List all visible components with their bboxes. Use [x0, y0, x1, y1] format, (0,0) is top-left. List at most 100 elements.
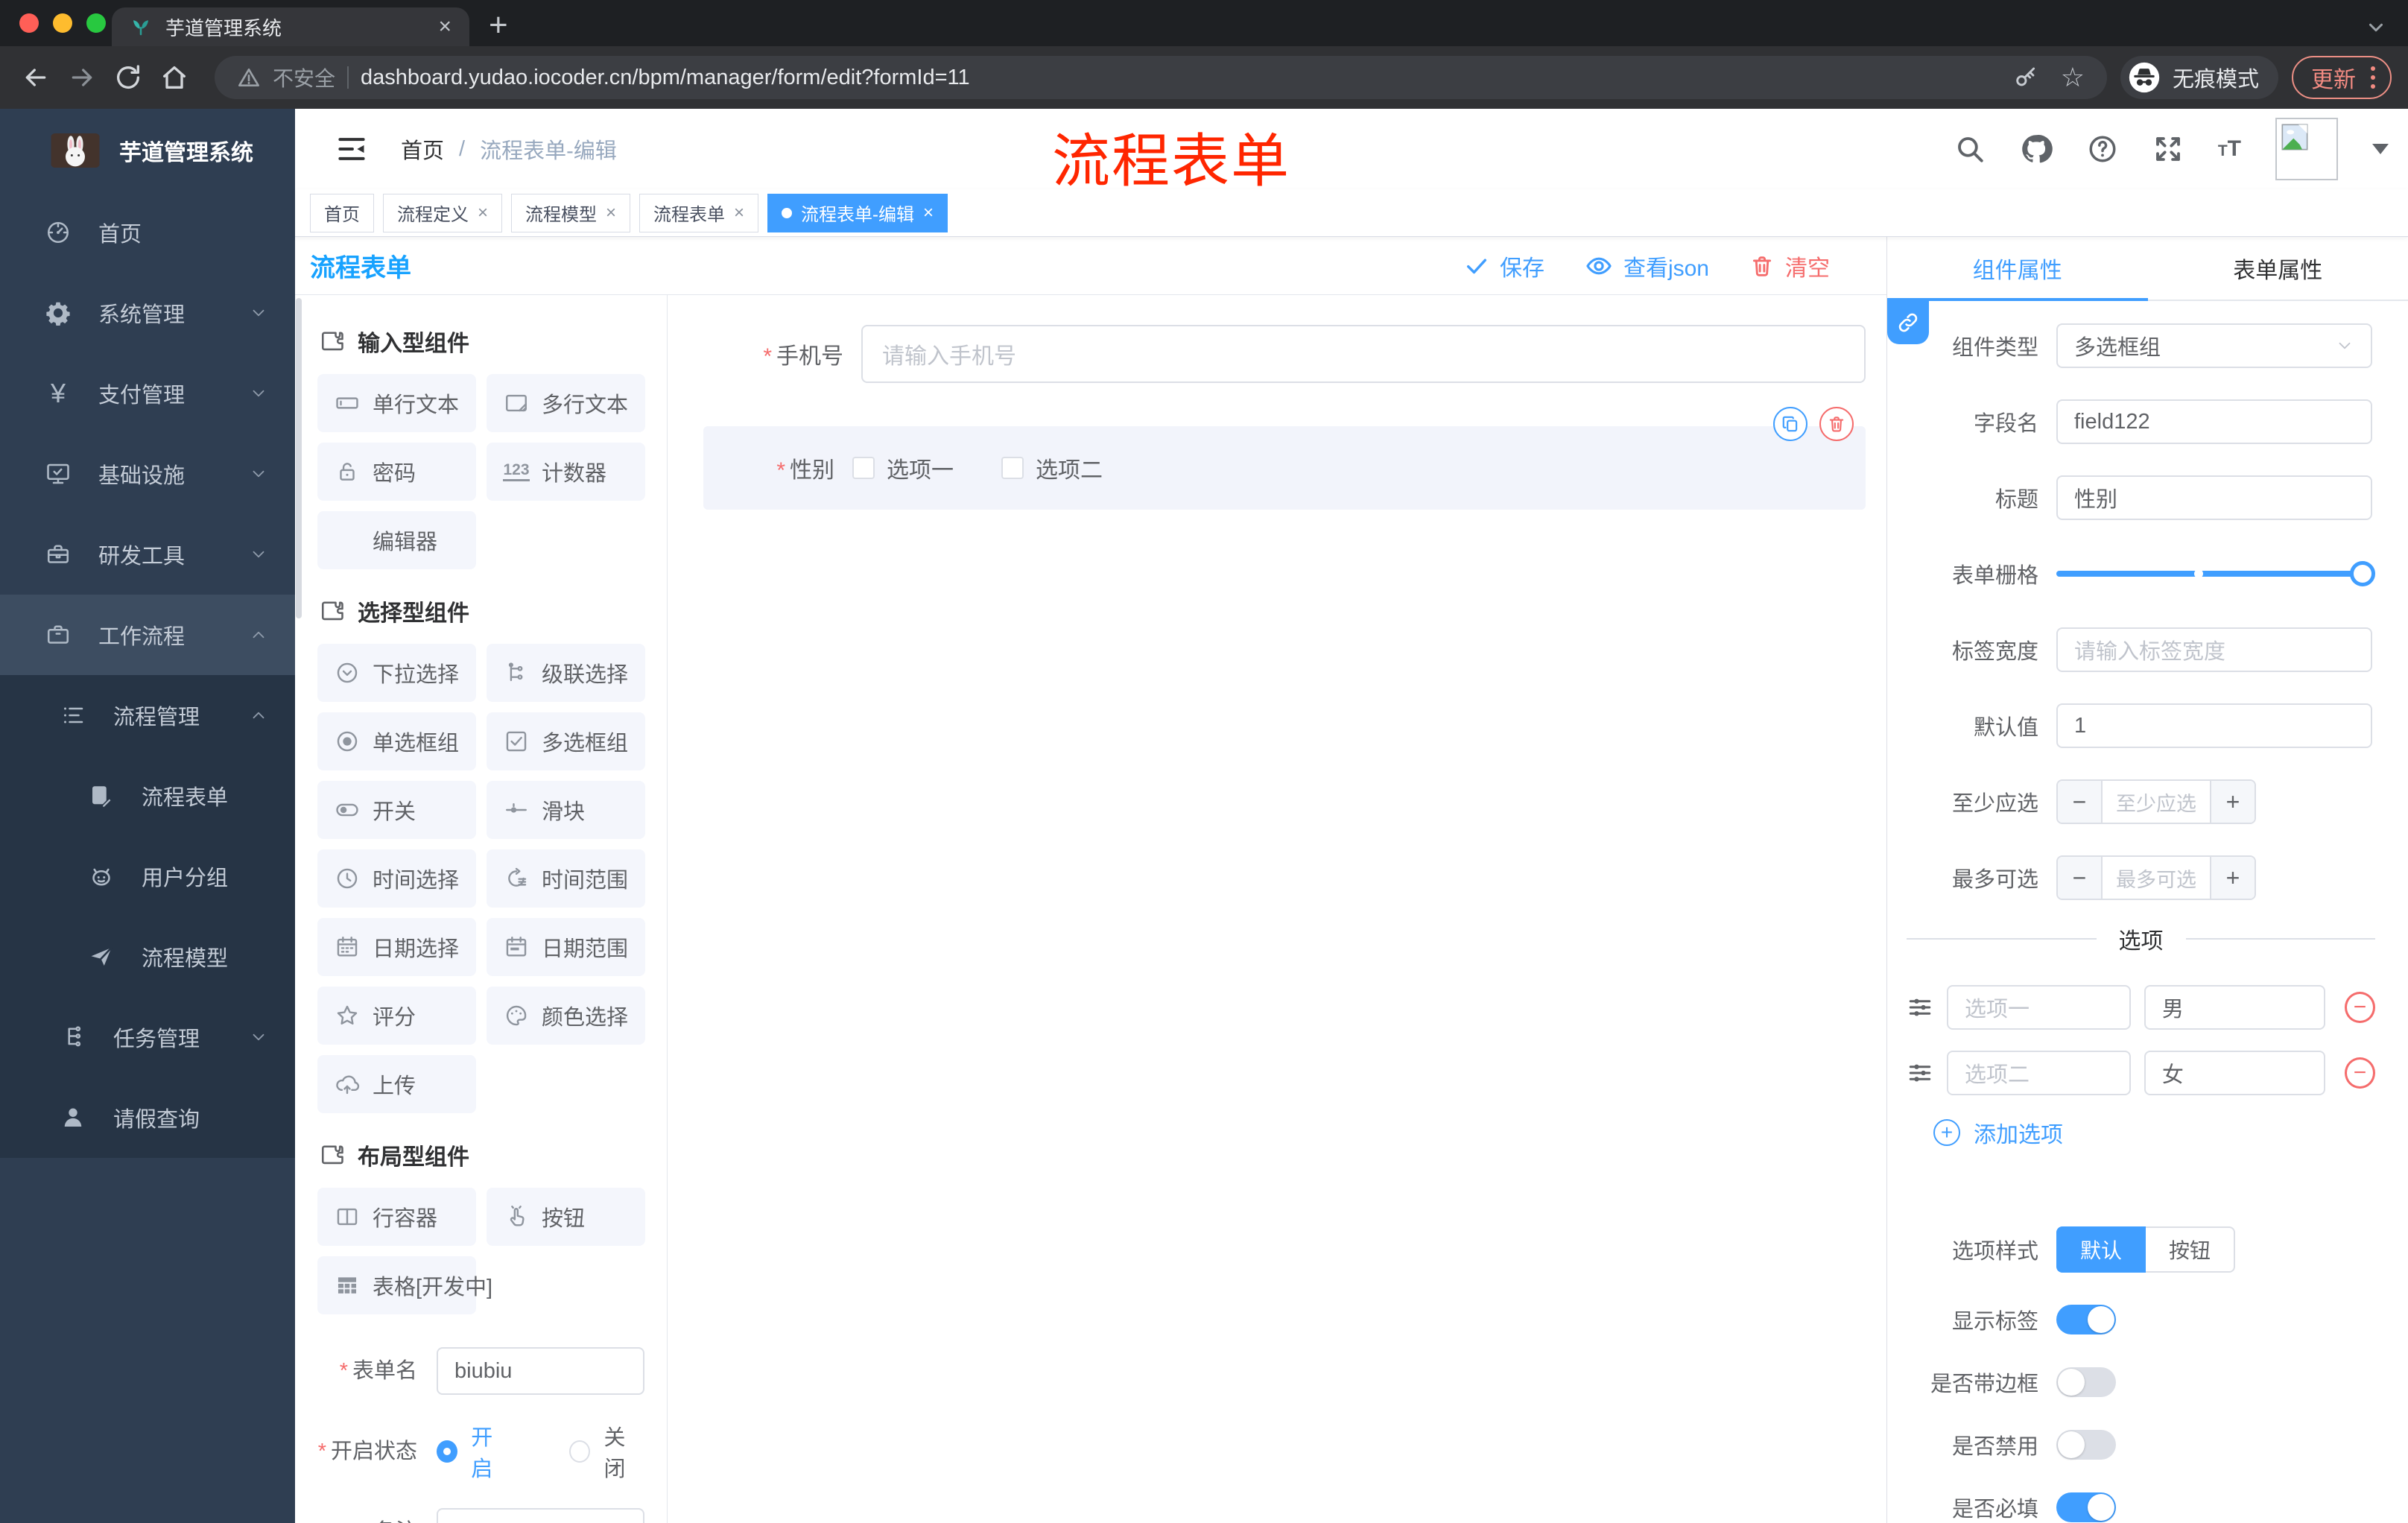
- sidebar-item-task-management[interactable]: 任务管理: [0, 997, 295, 1077]
- close-icon[interactable]: ×: [478, 203, 488, 224]
- plus-button[interactable]: +: [2211, 857, 2255, 899]
- sidebar-item-workflow[interactable]: 工作流程: [0, 595, 295, 675]
- palette-item-textarea[interactable]: 多行文本: [487, 374, 645, 432]
- avatar[interactable]: [2275, 118, 2338, 180]
- tag-process-definition[interactable]: 流程定义 ×: [383, 193, 503, 232]
- home-icon[interactable]: [155, 58, 194, 97]
- field-name-input[interactable]: field122: [2056, 399, 2372, 444]
- palette-item-button[interactable]: 按钮: [487, 1188, 645, 1246]
- plus-button[interactable]: +: [2211, 781, 2255, 823]
- form-remark-textarea[interactable]: 嘿嘿: [437, 1508, 644, 1523]
- sidebar-item-payment[interactable]: ¥ 支付管理: [0, 353, 295, 434]
- drag-handle-icon[interactable]: [1907, 994, 1933, 1021]
- palette-item-number[interactable]: 123 计数器: [487, 443, 645, 501]
- sidebar-collapse-icon[interactable]: [335, 133, 368, 165]
- option-value-input[interactable]: 男: [2144, 985, 2325, 1030]
- palette-item-color-picker[interactable]: 颜色选择: [487, 987, 645, 1045]
- save-button[interactable]: 保存: [1464, 250, 1544, 282]
- sidebar-item-user-group[interactable]: 用户分组: [0, 836, 295, 916]
- minimize-window-button[interactable]: [53, 13, 72, 33]
- tab-close-icon[interactable]: ×: [438, 14, 452, 39]
- status-off-radio[interactable]: [569, 1440, 591, 1463]
- help-icon[interactable]: [2087, 133, 2118, 165]
- tag-process-form[interactable]: 流程表单 ×: [639, 193, 759, 232]
- gender-option-2[interactable]: 选项二: [1001, 452, 1103, 484]
- max-select-stepper[interactable]: − 最多可选 +: [2056, 855, 2256, 900]
- palette-item-checkbox-group[interactable]: 多选框组: [487, 712, 645, 770]
- search-icon[interactable]: [1954, 133, 1986, 165]
- style-button-button[interactable]: 按钮: [2146, 1226, 2235, 1273]
- remove-option-button[interactable]: −: [2344, 992, 2375, 1023]
- bookmark-star-icon[interactable]: ☆: [2061, 62, 2085, 93]
- palette-item-switch[interactable]: 开关: [317, 781, 476, 839]
- checkbox-icon[interactable]: [1001, 457, 1024, 479]
- palette-item-cascader[interactable]: 级联选择: [487, 644, 645, 702]
- min-select-stepper[interactable]: − 至少应选 +: [2056, 779, 2256, 824]
- status-off-label[interactable]: 关闭: [603, 1420, 644, 1483]
- minus-button[interactable]: −: [2058, 781, 2101, 823]
- fullscreen-icon[interactable]: [2152, 133, 2184, 165]
- tab-search-chevron-icon[interactable]: [2365, 16, 2387, 39]
- sidebar-item-process-model[interactable]: 流程模型: [0, 916, 295, 997]
- palette-item-rich-editor[interactable]: 编辑器: [317, 511, 476, 569]
- palette-item-time-range[interactable]: 时间范围: [487, 849, 645, 908]
- url-bar[interactable]: 不安全 dashboard.yudao.iocoder.cn/bpm/manag…: [215, 56, 2107, 99]
- sidebar-item-infrastructure[interactable]: 基础设施: [0, 434, 295, 514]
- delete-component-button[interactable]: [1819, 407, 1854, 441]
- style-default-button[interactable]: 默认: [2056, 1226, 2146, 1273]
- avatar-dropdown-caret-icon[interactable]: [2372, 144, 2389, 154]
- disabled-toggle[interactable]: [2056, 1430, 2116, 1460]
- palette-item-table[interactable]: 表格[开发中]: [317, 1256, 492, 1314]
- update-button[interactable]: 更新: [2292, 56, 2392, 99]
- palette-item-password[interactable]: 密码: [317, 443, 476, 501]
- close-icon[interactable]: ×: [923, 203, 934, 224]
- palette-item-select[interactable]: 下拉选择: [317, 644, 476, 702]
- remove-option-button[interactable]: −: [2344, 1057, 2375, 1089]
- clear-button[interactable]: 清空: [1749, 250, 1830, 282]
- default-value-input[interactable]: 1: [2056, 703, 2372, 748]
- checkbox-icon[interactable]: [852, 457, 875, 479]
- close-icon[interactable]: ×: [734, 203, 744, 224]
- option-label-input[interactable]: 选项一: [1947, 985, 2131, 1030]
- url-text[interactable]: dashboard.yudao.iocoder.cn/bpm/manager/f…: [361, 66, 970, 90]
- app-logo-row[interactable]: 芋道管理系统: [0, 109, 295, 192]
- add-option-button[interactable]: + 添加选项: [1933, 1116, 2408, 1149]
- back-icon[interactable]: [16, 58, 55, 97]
- copy-component-button[interactable]: [1773, 407, 1807, 441]
- option-value-input[interactable]: 女: [2144, 1051, 2325, 1095]
- sidebar-item-devtools[interactable]: 研发工具: [0, 514, 295, 595]
- sidebar-item-system[interactable]: 系统管理: [0, 273, 295, 353]
- palette-item-input-text[interactable]: 单行文本: [317, 374, 476, 432]
- status-on-radio[interactable]: [437, 1440, 458, 1463]
- tab-form-properties[interactable]: 表单属性: [2148, 237, 2408, 300]
- browser-menu-icon[interactable]: [2371, 66, 2375, 89]
- close-window-button[interactable]: [19, 13, 39, 33]
- maximize-window-button[interactable]: [86, 13, 106, 33]
- gender-option-1[interactable]: 选项一: [852, 452, 954, 484]
- form-name-input[interactable]: biubiu: [437, 1347, 644, 1395]
- canvas-field-gender-selected[interactable]: * 性别 选项一 选项二: [703, 407, 1866, 510]
- github-icon[interactable]: [2020, 133, 2053, 165]
- form-canvas[interactable]: * 手机号 请输入手机号 * 性别 选项一 选项二: [668, 295, 1886, 1523]
- sidebar-item-process-form[interactable]: 流程表单: [0, 756, 295, 836]
- show-label-toggle[interactable]: [2056, 1305, 2116, 1334]
- breadcrumb-home[interactable]: 首页: [401, 133, 444, 165]
- tab-component-properties[interactable]: 组件属性: [1887, 237, 2148, 300]
- palette-item-rate[interactable]: 评分: [317, 987, 476, 1045]
- required-toggle[interactable]: [2056, 1492, 2116, 1522]
- slider-handle[interactable]: [2350, 561, 2375, 586]
- view-json-button[interactable]: 查看json: [1585, 250, 1709, 282]
- form-grid-slider[interactable]: [2056, 551, 2375, 596]
- browser-tab[interactable]: 芋道管理系统 ×: [112, 7, 469, 46]
- option-label-input[interactable]: 选项二: [1947, 1051, 2131, 1095]
- not-secure-warning-icon[interactable]: [237, 66, 261, 89]
- reload-icon[interactable]: [109, 58, 148, 97]
- palette-item-radio-group[interactable]: 单选框组: [317, 712, 476, 770]
- external-link-tab[interactable]: [1887, 301, 1929, 344]
- close-icon[interactable]: ×: [606, 203, 616, 224]
- drag-handle-icon[interactable]: [1907, 1060, 1933, 1086]
- sidebar-item-process-management[interactable]: 流程管理: [0, 675, 295, 756]
- palette-item-time-picker[interactable]: 时间选择: [317, 849, 476, 908]
- sidebar-item-home[interactable]: 首页: [0, 192, 295, 273]
- sidebar-item-leave-query[interactable]: 请假查询: [0, 1077, 295, 1158]
